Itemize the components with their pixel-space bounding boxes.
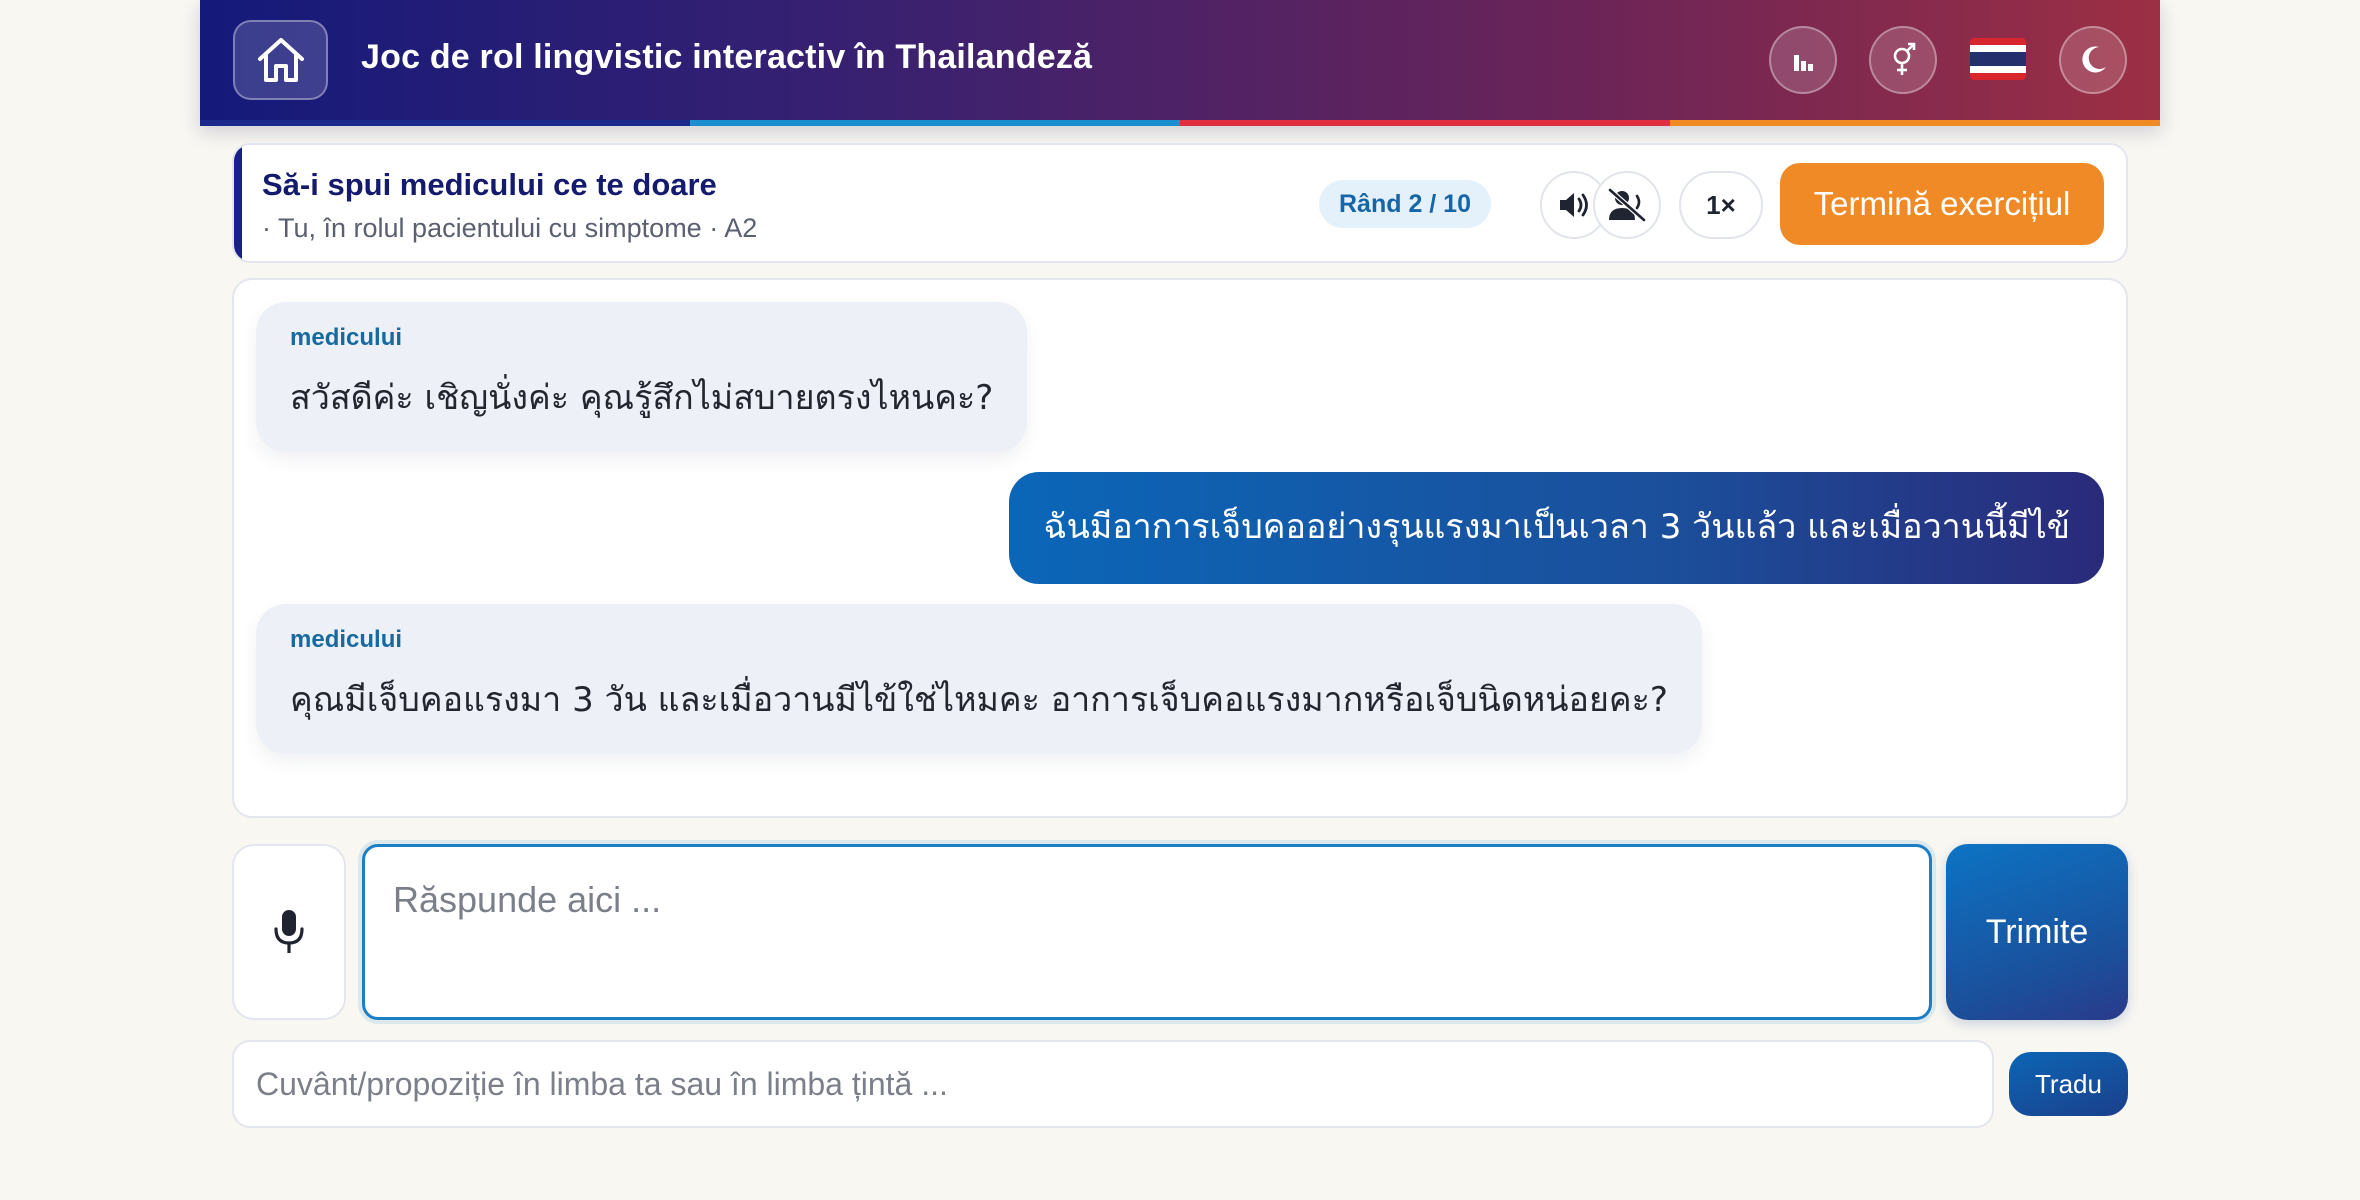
gender-icon (1893, 42, 1916, 75)
answer-input[interactable] (362, 844, 1932, 1020)
translate-input[interactable] (232, 1040, 1994, 1128)
message-text: สวัสดีค่ะ เชิญนั่งค่ะ คุณรู้สึกไม่สบายตร… (290, 378, 994, 418)
chat-message-user: ฉันมีอาการเจ็บคออย่างรุนแรงมาเป็นเวลา 3 … (1009, 472, 2104, 584)
auto-speak-toggle[interactable] (1593, 171, 1661, 239)
message-text: คุณมีเจ็บคอแรงมา 3 วัน และเมื่อวานมีไข้ใ… (290, 680, 1668, 720)
translate-button[interactable]: Tradu (2009, 1052, 2128, 1116)
send-button[interactable]: Trimite (1946, 844, 2128, 1020)
speed-button[interactable]: 1× (1679, 171, 1763, 239)
app-header: Joc de rol lingvistic interactiv în Thai… (200, 0, 2160, 126)
speaker-label: medicului (290, 626, 403, 653)
scenario-accent-bar (234, 145, 242, 261)
page-title: Joc de rol lingvistic interactiv în Thai… (361, 38, 1093, 76)
microphone-icon (274, 910, 304, 953)
mute-voice-icon (1608, 188, 1646, 222)
stats-button[interactable] (1769, 26, 1837, 94)
chat-message-partner: medicului สวัสดีค่ะ เชิญนั่งค่ะ คุณรู้สึ… (256, 302, 1028, 452)
round-badge: Rând 2 / 10 (1319, 180, 1491, 228)
moon-icon (2082, 46, 2106, 73)
gender-button[interactable] (1869, 26, 1937, 94)
app-root: Joc de rol lingvistic interactiv în Thai… (200, 0, 2160, 1200)
home-icon (257, 38, 304, 82)
finish-exercise-button[interactable]: Termină exercițiul (1780, 163, 2104, 245)
chat-panel: medicului สวัสดีค่ะ เชิญนั่งค่ะ คุณรู้สึ… (232, 278, 2128, 818)
home-button[interactable] (233, 20, 328, 100)
scenario-title: Să-i spui medicului ce te doare (262, 167, 717, 202)
thai-flag-icon[interactable] (1970, 38, 2026, 80)
header-stripe (200, 120, 2160, 126)
speaker-label: medicului (290, 324, 403, 351)
bar-chart-icon (1794, 55, 1813, 71)
microphone-button[interactable] (232, 844, 346, 1020)
scenario-card: Să-i spui medicului ce te doare · Tu, în… (232, 143, 2128, 263)
scenario-subtitle: · Tu, în rolul pacientului cu simptome ·… (262, 213, 758, 243)
chat-message-partner: medicului คุณมีเจ็บคอแรงมา 3 วัน และเมื่… (256, 604, 1702, 754)
dark-mode-button[interactable] (2059, 26, 2127, 94)
speaker-icon (1560, 193, 1588, 217)
